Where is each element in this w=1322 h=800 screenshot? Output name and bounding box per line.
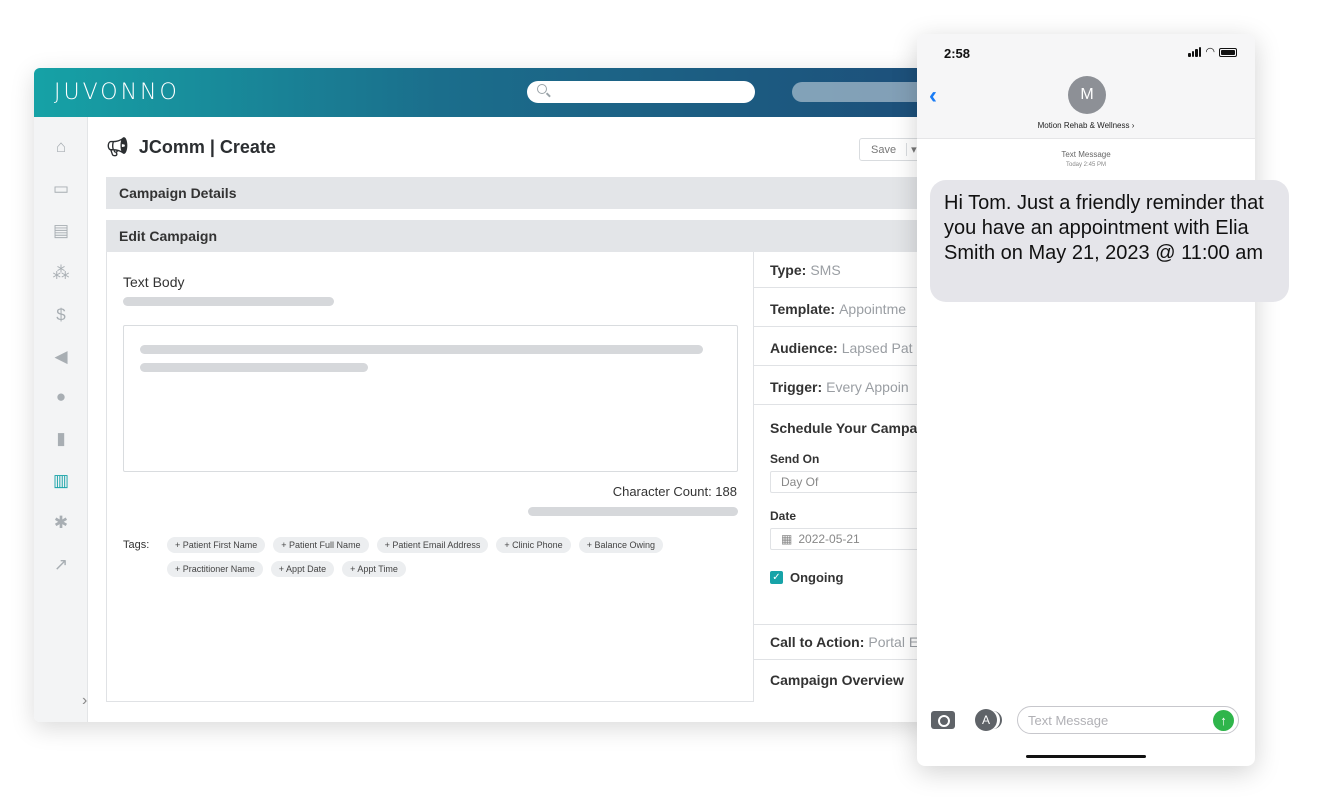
send-on-value: Day Of	[781, 475, 819, 489]
home-icon[interactable]: ⌂	[51, 137, 71, 157]
top-bar: JUVONNO	[34, 68, 934, 117]
template-label: Template:	[770, 300, 836, 317]
tag-balance-owing[interactable]: + Balance Owing	[578, 537, 663, 553]
tag-appt-date[interactable]: + Appt Date	[270, 561, 335, 577]
campaign-overview-row[interactable]: Campaign Overview	[754, 662, 934, 698]
campaign-details-header[interactable]: Campaign Details	[106, 177, 934, 209]
gear-icon[interactable]: ✱	[51, 513, 71, 533]
date-input[interactable]: ▦ 2022-05-21	[770, 528, 930, 550]
cta-value: Portal E	[868, 634, 919, 650]
template-row[interactable]: Template: Appointme	[754, 291, 934, 327]
send-on-label: Send On	[770, 452, 820, 466]
phone-preview: 2:58 ◠ ‹ M Motion Rehab & Wellness › Tex…	[917, 34, 1255, 766]
audience-label: Audience:	[770, 339, 838, 356]
type-label: Type:	[770, 261, 807, 278]
search-input[interactable]	[527, 81, 755, 103]
placeholder-line	[528, 507, 738, 516]
logo: JUVONNO	[54, 80, 180, 105]
character-count: Character Count: 188	[612, 484, 737, 499]
sidebar: ⌂ ▭ ▤ ⁂ $ ◀ ● ▮ ▥ ✱ ↗ ›	[34, 117, 88, 722]
message-timestamp: Today 2:45 PM	[1065, 162, 1107, 168]
cta-label: Call to Action:	[770, 634, 865, 650]
send-on-select[interactable]: Day Of	[770, 471, 930, 493]
dollar-icon[interactable]: $	[51, 305, 71, 325]
home-indicator[interactable]	[1026, 755, 1146, 758]
topbar-placeholder[interactable]	[792, 82, 934, 102]
status-time: 2:58	[944, 46, 971, 61]
page-title-text: JComm | Create	[138, 137, 276, 157]
avatar[interactable]: M	[1068, 76, 1106, 114]
megaphone-icon: 📢︎	[106, 137, 129, 157]
send-arrow-icon[interactable]: ↑	[1213, 710, 1234, 731]
text-body-label: Text Body	[123, 274, 185, 290]
tag-list: + Patient First Name + Patient Full Name…	[167, 537, 737, 577]
template-value: Appointme	[839, 300, 907, 317]
users-icon[interactable]: ⁂	[51, 263, 71, 283]
phone-header: 2:58 ◠ ‹ M Motion Rehab & Wellness ›	[917, 34, 1255, 139]
tag-patient-first-name[interactable]: + Patient First Name	[167, 537, 266, 553]
tag-patient-email[interactable]: + Patient Email Address	[376, 537, 489, 553]
save-label: Save	[871, 143, 897, 156]
message-input-placeholder: Text Message	[1028, 712, 1109, 728]
message-input[interactable]: Text Message ↑	[1017, 706, 1239, 734]
page-title: 📢︎ JComm | Create	[106, 137, 276, 158]
battery-icon	[1219, 48, 1237, 57]
placeholder-line	[123, 297, 334, 306]
compose-bar: A Text Message ↑	[917, 704, 1255, 738]
tags-label: Tags:	[123, 539, 150, 551]
date-value: 2022-05-21	[798, 532, 860, 546]
main-content: 📢︎ JComm | Create Save ▾ Campaign Detail…	[106, 117, 934, 722]
date-label: Date	[770, 509, 797, 523]
audience-value: Lapsed Pat	[841, 339, 913, 356]
save-button[interactable]: Save ▾	[859, 138, 921, 161]
type-row[interactable]: Type: SMS	[754, 252, 934, 288]
external-link-icon[interactable]: ↗	[51, 555, 71, 575]
ongoing-label: Ongoing	[790, 570, 844, 585]
tag-clinic-phone[interactable]: + Clinic Phone	[496, 537, 571, 553]
campaign-settings-panel: Type: SMS Template: Appointme Audience: …	[753, 252, 934, 702]
tag-appt-time[interactable]: + Appt Time	[342, 561, 406, 577]
signal-icon	[1188, 47, 1202, 57]
edit-campaign-header[interactable]: Edit Campaign	[106, 220, 934, 252]
tag-patient-full-name[interactable]: + Patient Full Name	[273, 537, 369, 553]
ongoing-checkbox[interactable]: ✓	[770, 571, 783, 584]
clipboard-icon[interactable]: ▤	[51, 221, 71, 241]
app-window: JUVONNO ⌂ ▭ ▤ ⁂ $ ◀ ● ▮ ▥ ✱ ↗ › 📢︎ JComm…	[34, 68, 934, 722]
message-type: Text Message	[1061, 150, 1111, 159]
trigger-value: Every Appoin	[826, 378, 909, 395]
placeholder-line	[140, 363, 368, 372]
document-icon[interactable]: ▮	[51, 429, 71, 449]
contact-name[interactable]: Motion Rehab & Wellness ›	[917, 121, 1255, 130]
calendar-icon: ▦	[781, 532, 793, 546]
audience-row[interactable]: Audience: Lapsed Pat	[754, 330, 934, 366]
trigger-label: Trigger:	[770, 378, 823, 395]
analytics-icon[interactable]: ▥	[51, 471, 71, 491]
text-editor-panel: Text Body Character Count: 188 Tags: + P…	[106, 252, 754, 702]
schedule-title: Schedule Your Campa	[770, 420, 918, 436]
chat-icon[interactable]: ●	[51, 387, 71, 407]
trigger-row[interactable]: Trigger: Every Appoin	[754, 369, 934, 405]
text-body-textarea[interactable]	[123, 325, 738, 472]
cta-row[interactable]: Call to Action: Portal E	[754, 624, 934, 660]
search-icon	[537, 84, 547, 94]
chevron-right-icon[interactable]: ›	[82, 692, 87, 710]
placeholder-line	[140, 345, 703, 354]
tag-practitioner-name[interactable]: + Practitioner Name	[167, 561, 263, 577]
megaphone-icon[interactable]: ◀	[51, 347, 71, 367]
status-icons: ◠	[1188, 46, 1237, 58]
wifi-icon: ◠	[1205, 46, 1215, 58]
camera-icon[interactable]	[931, 711, 955, 729]
app-store-icon[interactable]: A	[975, 709, 1002, 731]
back-chevron-icon[interactable]: ‹	[929, 82, 937, 110]
message-bubble: Hi Tom. Just a friendly reminder that yo…	[930, 180, 1289, 302]
monitor-icon[interactable]: ▭	[51, 179, 71, 199]
message-meta: Text Message Today 2:45 PM	[917, 150, 1255, 170]
type-value: SMS	[810, 261, 841, 278]
chevron-down-icon[interactable]: ▾	[906, 143, 917, 156]
